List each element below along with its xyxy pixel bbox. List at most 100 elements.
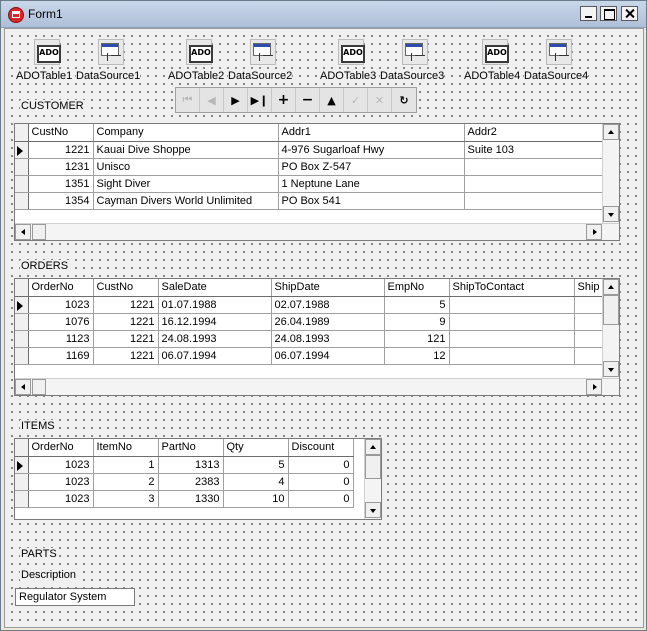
table-cell[interactable]	[449, 296, 575, 314]
table-row[interactable]: 1351 Sight Diver 1 Neptune Lane	[15, 175, 610, 193]
table-cell[interactable]: 1354	[28, 192, 94, 210]
orders-horizontal-scrollbar[interactable]	[15, 378, 619, 395]
table-cell[interactable]: 26.04.1989	[271, 313, 385, 331]
db-navigator[interactable]: ⏮ ◀ ▶ ▶❙ + − ▲ ✓ ✕ ↻	[175, 87, 417, 113]
table-cell[interactable]: 06.07.1994	[271, 347, 385, 365]
column-header[interactable]: OrderNo	[28, 279, 94, 297]
table-cell[interactable]: 1313	[158, 456, 224, 474]
table-cell[interactable]: 1221	[93, 347, 159, 365]
table-cell[interactable]	[449, 347, 575, 365]
table-cell[interactable]: Kauai Dive Shoppe	[93, 141, 279, 159]
table-cell[interactable]: 0	[288, 490, 354, 508]
table-cell[interactable]: 4-976 Sugarloaf Hwy	[278, 141, 465, 159]
table-row[interactable]: 1023 3 1330 10 0	[15, 490, 354, 508]
table-cell[interactable]	[449, 330, 575, 348]
table-cell[interactable]	[449, 313, 575, 331]
column-header[interactable]: OrderNo	[28, 439, 94, 457]
close-button[interactable]	[621, 6, 638, 21]
table-cell[interactable]: 1330	[158, 490, 224, 508]
items-vertical-scrollbar[interactable]	[364, 439, 381, 519]
table-cell[interactable]: 9	[384, 313, 450, 331]
table-row[interactable]: 1231 Unisco PO Box Z-547	[15, 158, 610, 176]
table-row[interactable]: 1123 1221 24.08.1993 24.08.1993 121	[15, 330, 615, 348]
table-cell[interactable]: 0	[288, 456, 354, 474]
table-cell[interactable]: 1023	[28, 296, 94, 314]
column-header[interactable]: Addr2	[464, 124, 610, 142]
column-header[interactable]: Discount	[288, 439, 354, 457]
scroll-right-arrow-icon[interactable]	[586, 224, 602, 240]
table-cell[interactable]	[464, 175, 610, 193]
datasource1-component[interactable]: DataSource1	[76, 39, 141, 83]
last-record-button[interactable]: ▶❙	[248, 88, 272, 112]
table-cell[interactable]: 1221	[93, 296, 159, 314]
prior-record-button[interactable]: ◀	[200, 88, 224, 112]
scroll-thumb[interactable]	[603, 295, 619, 325]
first-record-button[interactable]: ⏮	[176, 88, 200, 112]
table-cell[interactable]: 121	[384, 330, 450, 348]
table-cell[interactable]: 01.07.1988	[158, 296, 272, 314]
orders-grid[interactable]: OrderNo CustNo SaleDate ShipDate EmpNo S…	[14, 278, 620, 396]
row-indicator[interactable]	[15, 473, 29, 491]
scroll-thumb[interactable]	[365, 455, 381, 479]
customer-grid[interactable]: CustNo Company Addr1 Addr2 1221 Kauai Di…	[14, 123, 620, 241]
table-cell[interactable]: 1 Neptune Lane	[278, 175, 465, 193]
adotable1-component[interactable]: ADO ADOTable1	[16, 39, 75, 83]
maximize-button[interactable]	[600, 6, 617, 21]
delete-record-button[interactable]: −	[296, 88, 320, 112]
cancel-record-button[interactable]: ✕	[368, 88, 392, 112]
table-cell[interactable]: Unisco	[93, 158, 279, 176]
description-field[interactable]: Regulator System	[15, 588, 135, 606]
table-cell[interactable]: Cayman Divers World Unlimited	[93, 192, 279, 210]
scroll-left-arrow-icon[interactable]	[15, 224, 31, 240]
row-indicator[interactable]	[15, 330, 29, 348]
scroll-down-arrow-icon[interactable]	[365, 502, 381, 518]
adotable3-component[interactable]: ADO ADOTable3	[320, 39, 379, 83]
column-header[interactable]: ItemNo	[93, 439, 159, 457]
edit-record-button[interactable]: ▲	[320, 88, 344, 112]
row-indicator[interactable]	[15, 456, 29, 474]
datasource2-component[interactable]: DataSource2	[228, 39, 293, 83]
scroll-down-arrow-icon[interactable]	[603, 361, 619, 377]
table-cell[interactable]: Suite 103	[464, 141, 610, 159]
datasource4-component[interactable]: DataSource4	[524, 39, 589, 83]
table-cell[interactable]: Sight Diver	[93, 175, 279, 193]
table-cell[interactable]: 24.08.1993	[158, 330, 272, 348]
table-cell[interactable]: 2	[93, 473, 159, 491]
table-cell[interactable]: 1231	[28, 158, 94, 176]
insert-record-button[interactable]: +	[272, 88, 296, 112]
customer-horizontal-scrollbar[interactable]	[15, 223, 619, 240]
table-cell[interactable]: 12	[384, 347, 450, 365]
column-header[interactable]: CustNo	[93, 279, 159, 297]
table-row[interactable]: 1023 1221 01.07.1988 02.07.1988 5	[15, 296, 615, 314]
items-grid[interactable]: OrderNo ItemNo PartNo Qty Discount 1023 …	[14, 438, 382, 520]
table-cell[interactable]: 5	[384, 296, 450, 314]
datasource3-component[interactable]: DataSource3	[380, 39, 445, 83]
column-header[interactable]: ShipDate	[271, 279, 385, 297]
scroll-up-arrow-icon[interactable]	[603, 124, 619, 140]
table-cell[interactable]: 24.08.1993	[271, 330, 385, 348]
post-record-button[interactable]: ✓	[344, 88, 368, 112]
row-indicator[interactable]	[15, 296, 29, 314]
app-icon[interactable]	[8, 7, 24, 23]
column-header[interactable]: SaleDate	[158, 279, 272, 297]
scroll-thumb[interactable]	[32, 224, 46, 240]
scroll-right-arrow-icon[interactable]	[586, 379, 602, 395]
table-cell[interactable]: 1169	[28, 347, 94, 365]
row-indicator[interactable]	[15, 490, 29, 508]
table-cell[interactable]: 1076	[28, 313, 94, 331]
table-cell[interactable]: 1023	[28, 473, 94, 491]
column-header[interactable]: EmpNo	[384, 279, 450, 297]
table-cell[interactable]	[464, 158, 610, 176]
table-cell[interactable]: 06.07.1994	[158, 347, 272, 365]
table-row[interactable]: 1169 1221 06.07.1994 06.07.1994 12	[15, 347, 615, 365]
table-row[interactable]: 1076 1221 16.12.1994 26.04.1989 9	[15, 313, 615, 331]
table-cell[interactable]: 1351	[28, 175, 94, 193]
scroll-down-arrow-icon[interactable]	[603, 206, 619, 222]
table-cell[interactable]	[464, 192, 610, 210]
table-row[interactable]: 1221 Kauai Dive Shoppe 4-976 Sugarloaf H…	[15, 141, 610, 159]
adotable4-component[interactable]: ADO ADOTable4	[464, 39, 523, 83]
title-bar[interactable]: Form1	[1, 1, 646, 28]
refresh-record-button[interactable]: ↻	[392, 88, 416, 112]
row-indicator[interactable]	[15, 192, 29, 210]
scroll-left-arrow-icon[interactable]	[15, 379, 31, 395]
